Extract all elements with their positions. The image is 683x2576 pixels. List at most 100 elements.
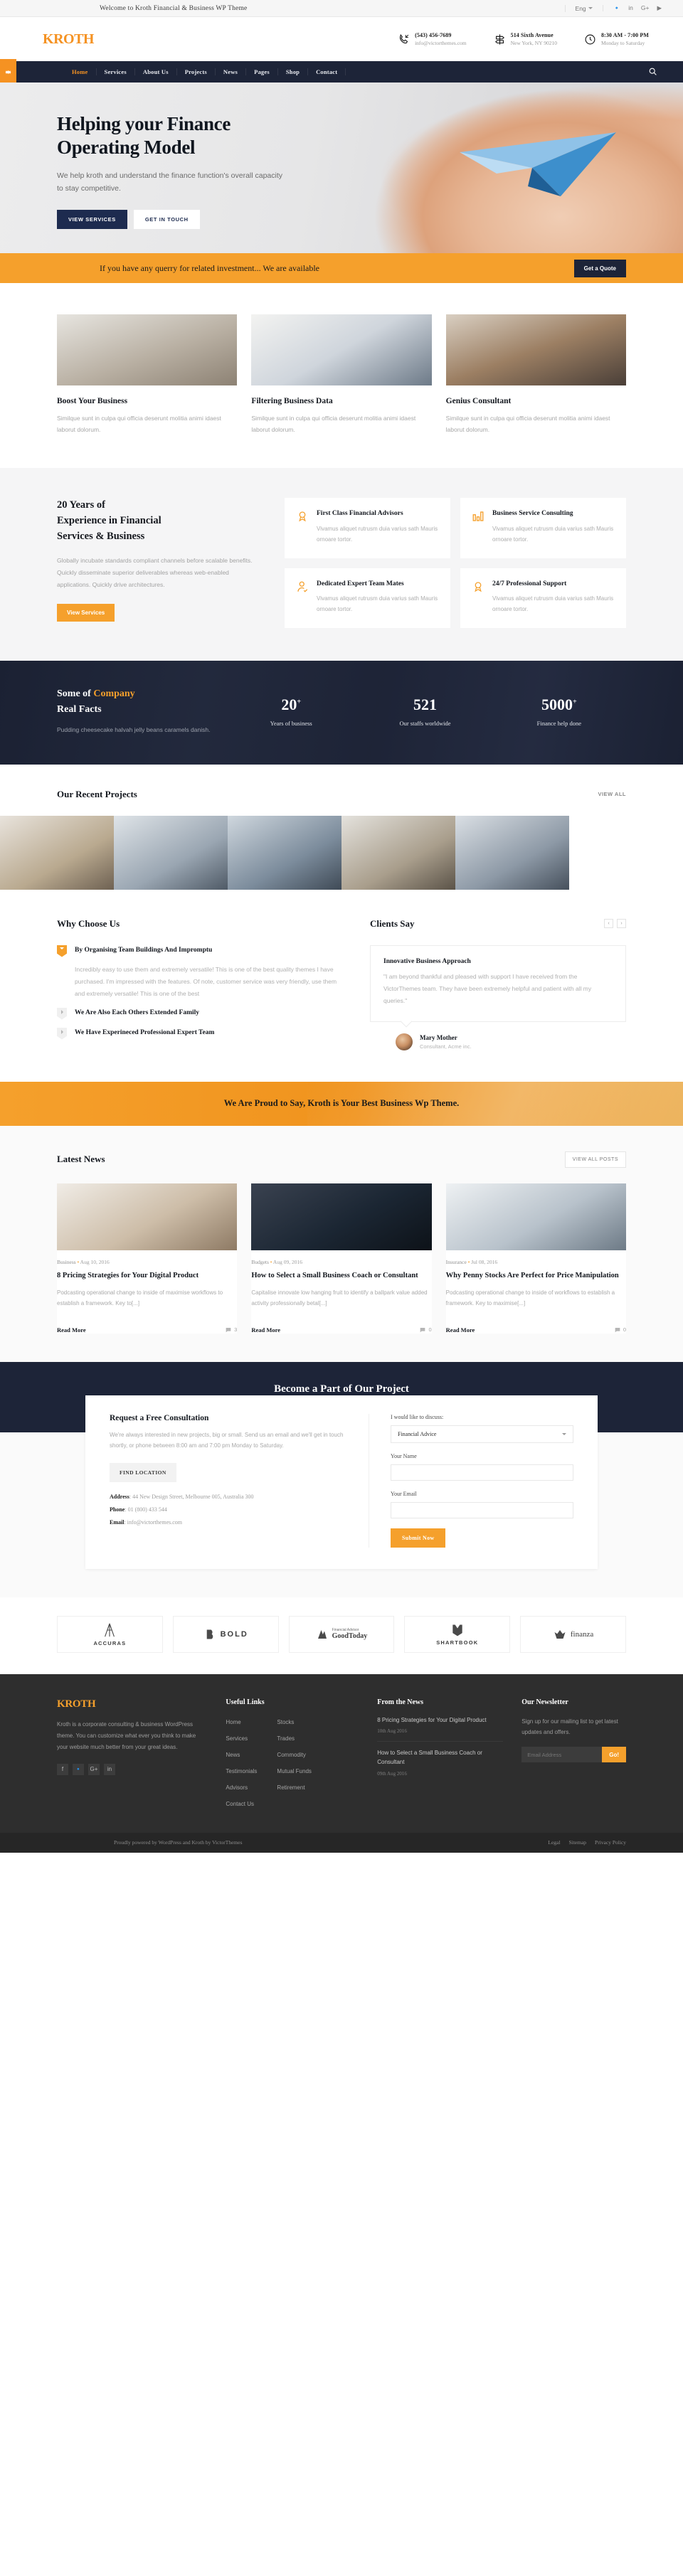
googleplus-icon[interactable]: G+	[88, 1763, 100, 1775]
signpost-icon	[494, 33, 506, 46]
site-logo[interactable]: KROTH	[21, 31, 164, 48]
twitter-icon[interactable]: 🔹	[613, 5, 621, 11]
newsletter-subscribe-button[interactable]: Go!	[602, 1747, 626, 1763]
linkedin-icon[interactable]: in	[628, 5, 633, 11]
footer-news-item: How to Select a Small Business Coach or …	[377, 1749, 503, 1784]
nav-item-home[interactable]: Home	[64, 68, 97, 75]
get-a-quote-button[interactable]: Get a Quote	[573, 259, 626, 277]
search-icon[interactable]	[648, 67, 662, 78]
news-category[interactable]: Business	[57, 1259, 76, 1265]
testimonial-next-button[interactable]: ›	[617, 919, 626, 929]
legal-link[interactable]: Legal	[548, 1839, 560, 1846]
linkedin-icon[interactable]: in	[104, 1763, 115, 1775]
service-card[interactable]: Genius Consultant Similque sunt in culpa…	[445, 314, 626, 435]
chevron-right-icon[interactable]	[57, 1007, 67, 1020]
email-field-label: Your Email	[391, 1490, 417, 1497]
footer-link-home[interactable]: Home	[226, 1719, 240, 1725]
nav-item-pages[interactable]: Pages	[246, 68, 278, 75]
project-thumbnail[interactable]	[455, 815, 569, 890]
footer-logo[interactable]: KROTH	[57, 1698, 207, 1710]
get-in-touch-button[interactable]: GET IN TOUCH	[133, 209, 200, 229]
view-services-button[interactable]: VIEW SERVICES	[57, 209, 127, 229]
nav-item-services[interactable]: Services	[97, 68, 135, 75]
nav-item-shop[interactable]: Shop	[278, 68, 309, 75]
news-headline[interactable]: 8 Pricing Strategies for Your Digital Pr…	[57, 1270, 237, 1282]
submit-now-button[interactable]: Submit Now	[391, 1528, 446, 1548]
chevron-right-icon[interactable]	[57, 1027, 67, 1040]
privacy-policy-link[interactable]: Privacy Policy	[595, 1839, 626, 1846]
brand-logo[interactable]: ACCURAS	[57, 1615, 163, 1653]
news-image	[251, 1183, 432, 1250]
news-headline[interactable]: How to Select a Small Business Coach or …	[251, 1270, 431, 1282]
footer-news-item: 8 Pricing Strategies for Your Digital Pr…	[377, 1716, 504, 1742]
footer-news-title[interactable]: 8 Pricing Strategies for Your Digital Pr…	[377, 1716, 503, 1725]
nav-item-projects[interactable]: Projects	[177, 68, 216, 75]
feature-box[interactable]: Dedicated Expert Team Mates Vivamus aliq…	[285, 568, 450, 628]
youtube-icon[interactable]: ▶	[657, 5, 662, 11]
name-input[interactable]	[391, 1464, 573, 1481]
news-card[interactable]: Business • Aug 10, 2016 8 Pricing Strate…	[57, 1183, 238, 1334]
twitter-icon[interactable]: 🔹	[73, 1763, 84, 1775]
feature-box[interactable]: Business Service Consulting Vivamus aliq…	[460, 498, 626, 558]
feature-box[interactable]: 24/7 Professional Support Vivamus alique…	[460, 568, 626, 628]
newsletter-email-input[interactable]	[521, 1747, 603, 1763]
footer-link-mutual-funds[interactable]: Mutual Funds	[277, 1768, 311, 1774]
gear-icon[interactable]	[0, 59, 16, 85]
experience-view-services-button[interactable]: View Services	[57, 603, 115, 622]
find-location-button[interactable]: FIND LOCATION	[110, 1462, 176, 1482]
footer-link-services[interactable]: Services	[226, 1735, 248, 1742]
footer-link-contact-us[interactable]: Contact Us	[226, 1801, 254, 1807]
nav-item-about-us[interactable]: About Us	[135, 68, 177, 75]
why-clients-section: Why Choose Us By Organising Team Buildin…	[0, 889, 683, 1082]
project-thumbnail[interactable]	[228, 815, 342, 890]
brand-name: SHARTBOOK	[436, 1639, 479, 1646]
googleplus-icon[interactable]: G+	[641, 5, 650, 11]
news-category[interactable]: Insurance	[446, 1259, 467, 1265]
read-more-link[interactable]: Read More	[57, 1326, 86, 1334]
accordion-item[interactable]: We Have Experineced Professional Expert …	[57, 1027, 342, 1040]
service-card[interactable]: Filtering Business Data Similque sunt in…	[251, 314, 432, 435]
footer-link-trades[interactable]: Trades	[277, 1735, 295, 1742]
news-card[interactable]: Insurance • Jul 08, 2016 Why Penny Stock…	[445, 1183, 626, 1334]
project-thumbnail[interactable]	[342, 815, 455, 890]
nav-item-contact[interactable]: Contact	[308, 68, 346, 75]
footer-link-advisors[interactable]: Advisors	[226, 1784, 248, 1791]
news-headline[interactable]: Why Penny Stocks Are Perfect for Price M…	[446, 1270, 626, 1282]
footer-link-retirement[interactable]: Retirement	[277, 1784, 305, 1791]
email-input[interactable]	[391, 1501, 573, 1518]
footer-news-title[interactable]: How to Select a Small Business Coach or …	[377, 1749, 503, 1767]
stat-suffix: +	[572, 698, 577, 706]
footer-link-stocks[interactable]: Stocks	[277, 1719, 294, 1725]
footer-link-testimonials[interactable]: Testimonials	[226, 1768, 257, 1774]
address-line2: New York, NY 90210	[510, 40, 557, 46]
accordion-item[interactable]: We Are Also Each Others Extended Family	[57, 1007, 342, 1020]
address-label: Address	[110, 1493, 129, 1500]
testimonial-prev-button[interactable]: ‹	[604, 919, 613, 929]
service-card[interactable]: Boost Your Business Similque sunt in cul…	[57, 314, 238, 435]
discuss-select[interactable]: Financial Advice	[391, 1425, 573, 1443]
project-thumbnail[interactable]	[0, 815, 114, 890]
brand-logo[interactable]: finanza	[520, 1615, 626, 1653]
header-info-phone: (543) 456-7689 info@victorthemes.com	[398, 32, 467, 46]
feature-box[interactable]: First Class Financial Advisors Vivamus a…	[285, 498, 450, 558]
sitemap-link[interactable]: Sitemap	[568, 1839, 586, 1846]
footer-link-news[interactable]: News	[226, 1752, 240, 1758]
brand-logo[interactable]: BOLD	[172, 1615, 279, 1653]
read-more-link[interactable]: Read More	[446, 1326, 475, 1334]
projects-view-all-link[interactable]: VIEW ALL	[598, 791, 626, 797]
footer-link-commodity[interactable]: Commodity	[277, 1752, 305, 1758]
read-more-link[interactable]: Read More	[251, 1326, 280, 1334]
chevron-down-icon[interactable]	[57, 944, 67, 957]
brand-logo[interactable]: SHARTBOOK	[404, 1615, 511, 1653]
news-card[interactable]: Budgets • Aug 09, 2016 How to Select a S…	[251, 1183, 432, 1334]
footer-news-date: 10th Aug 2016	[377, 1728, 407, 1735]
project-thumbnail[interactable]	[114, 815, 228, 890]
language-selector[interactable]: Eng	[564, 4, 593, 12]
facebook-icon[interactable]: f	[57, 1763, 68, 1775]
brand-logo[interactable]: Financial Advisor GoodToday	[288, 1615, 395, 1653]
project-thumbnail[interactable]	[569, 816, 683, 890]
view-all-posts-button[interactable]: VIEW ALL POSTS	[564, 1151, 626, 1168]
accordion-item[interactable]: By Organising Team Buildings And Impromp…	[57, 944, 342, 1000]
nav-item-news[interactable]: News	[216, 68, 247, 75]
news-category[interactable]: Budgets	[251, 1259, 269, 1265]
